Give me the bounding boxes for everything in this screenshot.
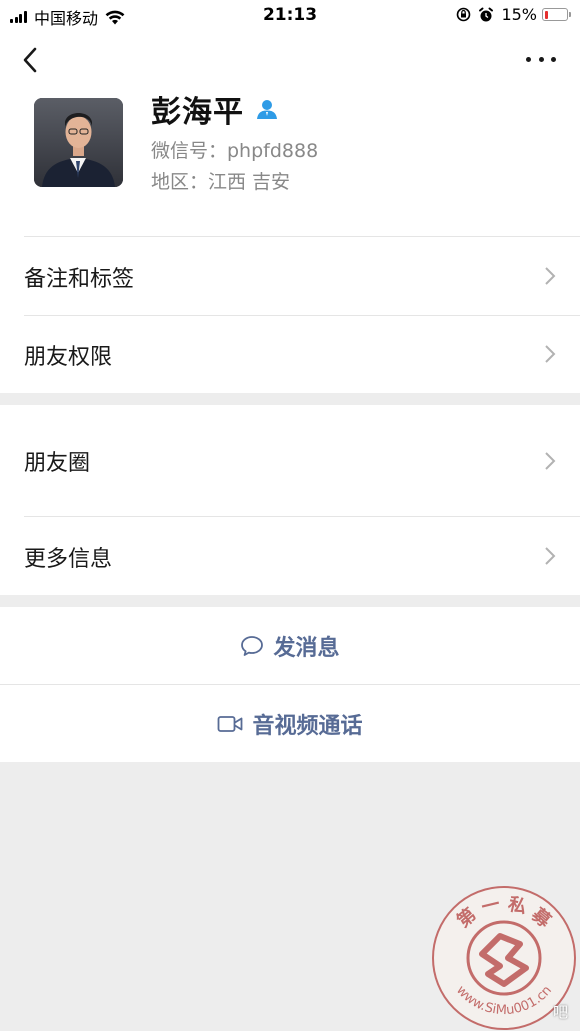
send-message-button[interactable]: 发消息	[0, 607, 580, 684]
status-bar: 中国移动 21:13 15%	[0, 0, 580, 30]
contact-name: 彭海平	[151, 95, 244, 130]
info-section: 朋友圈 更多信息	[0, 405, 580, 595]
cell-more-info[interactable]: 更多信息	[0, 517, 580, 595]
cell-label: 朋友圈	[24, 451, 91, 476]
send-message-label: 发消息	[273, 635, 340, 661]
chevron-left-icon	[23, 47, 37, 73]
battery-icon	[542, 8, 571, 21]
battery-fill	[544, 10, 548, 19]
cell-moments[interactable]: 朋友圈	[0, 405, 580, 516]
video-call-button[interactable]: 音视频通话	[0, 685, 580, 762]
region: 地区：江西 吉安	[151, 171, 291, 193]
battery-percent: 15%	[501, 5, 537, 24]
nav-bar	[0, 30, 580, 90]
chevron-right-icon	[545, 547, 556, 565]
cell-label: 更多信息	[24, 547, 113, 572]
settings-section: 备注和标签 朋友权限	[0, 237, 580, 393]
cell-remarks-tags[interactable]: 备注和标签	[0, 237, 580, 315]
chevron-right-icon	[545, 345, 556, 363]
contact-person-icon	[257, 100, 277, 119]
alarm-icon	[479, 7, 494, 21]
back-button[interactable]	[18, 44, 44, 76]
more-dots-icon	[526, 56, 531, 62]
wechat-id: 微信号：phpfd888	[151, 140, 319, 162]
profile-name-row: 彭海平	[151, 90, 278, 130]
more-button[interactable]	[526, 54, 556, 64]
video-call-label: 音视频通话	[252, 713, 363, 739]
cell-label: 备注和标签	[24, 267, 135, 292]
profile-header: 彭海平 微信号：phpfd888 地区：江西 吉安	[0, 90, 580, 237]
chat-bubble-icon	[241, 635, 264, 656]
video-camera-icon	[218, 715, 243, 732]
chevron-right-icon	[545, 452, 556, 470]
watermark-corner-text: 吧	[553, 1003, 569, 1021]
avatar[interactable]	[34, 98, 123, 187]
cell-friend-permissions[interactable]: 朋友权限	[0, 316, 580, 393]
orientation-lock-icon	[457, 7, 471, 22]
status-bar-right: 15%	[456, 5, 571, 24]
chevron-right-icon	[545, 267, 556, 285]
cell-label: 朋友权限	[24, 345, 113, 370]
